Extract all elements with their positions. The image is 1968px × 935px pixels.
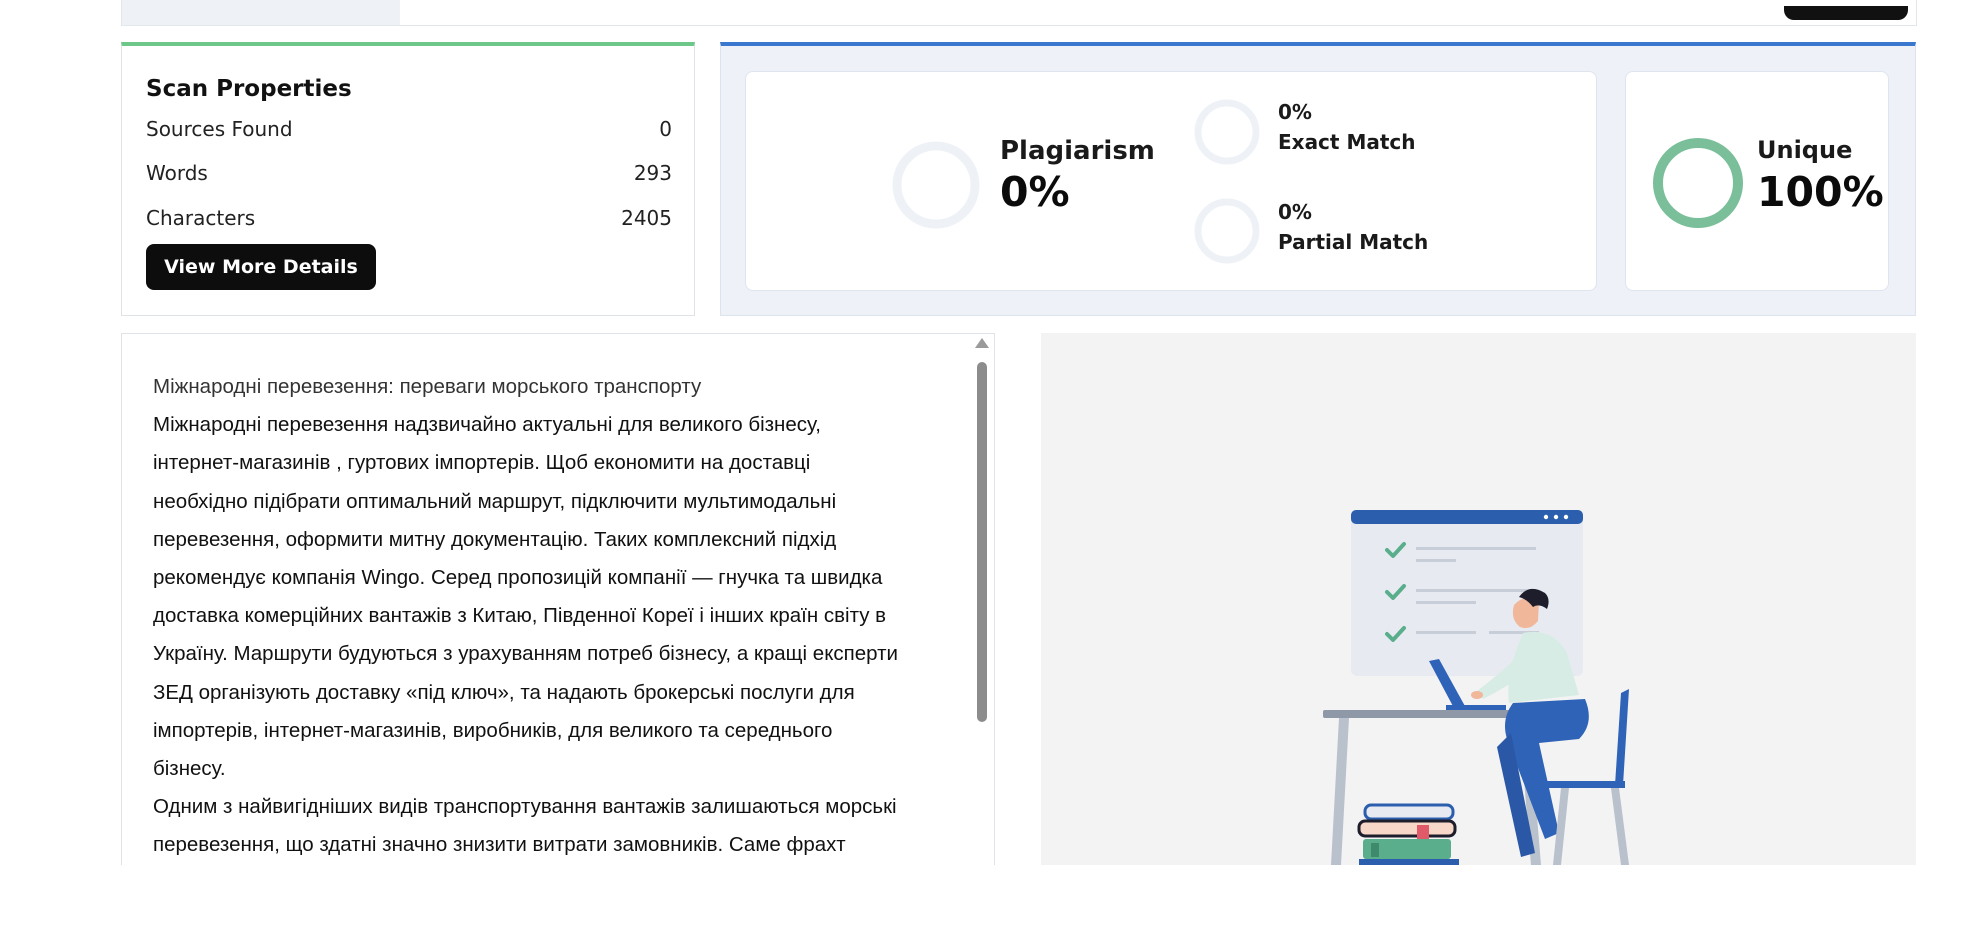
document-line: бізнесу. [153,757,226,781]
plagiarism-card: Plagiarism 0% 0% Exact Match 0% Partial … [745,71,1597,291]
document-line: ЗЕД організують доставку «під ключ», та … [153,680,855,704]
top-strip [121,0,1917,26]
partial-match-label: Partial Match [1278,230,1429,254]
exact-match-value: 0% [1278,100,1312,124]
characters-value: 2405 [621,206,672,230]
sources-found-label: Sources Found [146,117,293,141]
books-icon [1357,803,1459,865]
characters-label: Characters [146,206,256,230]
plagiarism-label: Plagiarism [1000,136,1155,166]
words-label: Words [146,161,208,185]
partial-match-value: 0% [1278,200,1312,224]
unique-card: Unique 100% [1625,71,1889,291]
top-button-remnant[interactable] [1784,6,1908,20]
scroll-thumb[interactable] [977,362,987,722]
plagiarism-ring [892,141,980,229]
scan-properties-title: Scan Properties [146,76,352,102]
view-more-details-button[interactable]: View More Details [146,244,376,290]
words-value: 293 [633,161,672,185]
characters-row: Characters 2405 [146,205,672,231]
exact-match-label: Exact Match [1278,130,1416,154]
partial-match-ring [1194,198,1260,264]
words-row: Words 293 [146,160,672,186]
sources-found-row: Sources Found 0 [146,116,672,142]
document-line: доставка комерційних вантажів з Китаю, П… [153,604,887,628]
unique-value: 100% [1757,168,1884,216]
document-text-area[interactable]: Міжнародні перевезення: переваги морсько… [121,333,995,865]
results-panel: Plagiarism 0% 0% Exact Match 0% Partial … [720,42,1916,316]
sources-found-value: 0 [659,117,672,141]
document-line: необхідно підібрати оптимальний маршрут,… [153,489,837,513]
plagiarism-value: 0% [1000,168,1070,216]
document-line: Міжнародні перевезення надзвичайно актуа… [153,413,821,437]
document-scrollbar[interactable] [974,338,990,862]
unique-ring [1653,138,1743,228]
document-line: перевезення, оформити митну документацію… [153,527,837,551]
document-line: рекомендує компанія Wingo. Серед пропози… [153,566,883,590]
scroll-up-arrow-icon[interactable] [975,338,989,348]
document-text: Міжнародні перевезення: переваги морсько… [153,368,953,865]
exact-match-ring [1194,99,1260,165]
unique-label: Unique [1757,136,1853,164]
person-at-laptop-illustration [1323,510,1629,865]
document-line: інтернет-магазинів , гуртових імпортерів… [153,451,811,475]
illustration-panel [1041,333,1916,865]
document-line: Одним з найвигідніших видів транспортува… [153,795,897,819]
document-title-line: Міжнародні перевезення: переваги морсько… [153,375,702,398]
document-line: імпортерів, інтернет-магазинів, виробник… [153,718,833,742]
document-line: перевезення, що здатні значно знизити ви… [153,833,846,857]
document-line: Україну. Маршрути будуються з урахування… [153,642,898,666]
tab-remnant[interactable] [122,0,400,25]
scan-properties-card: Scan Properties Sources Found 0 Words 29… [121,42,695,316]
